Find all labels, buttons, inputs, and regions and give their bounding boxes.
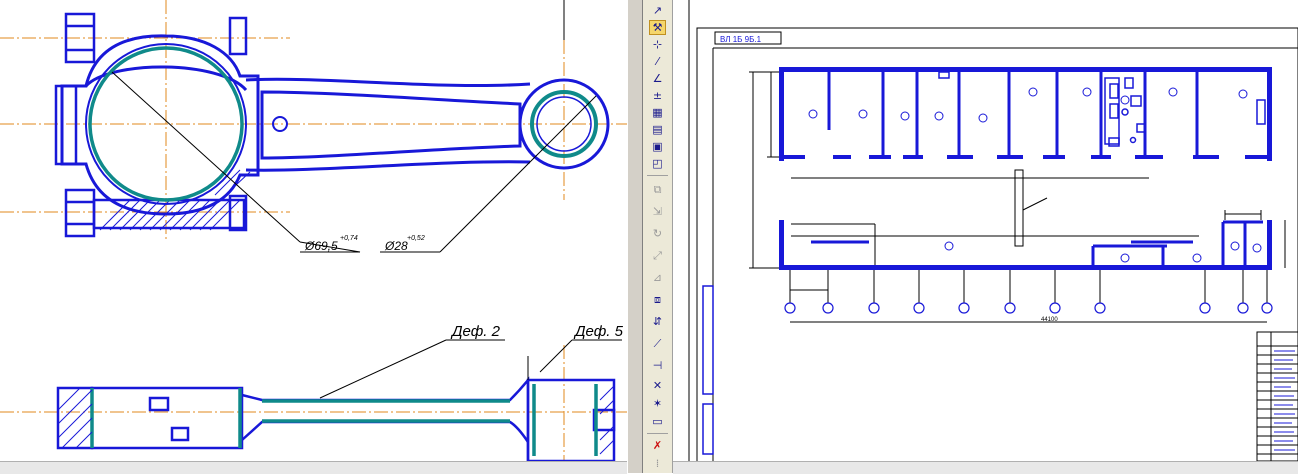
mirror-tool-icon[interactable]: ⊿ bbox=[649, 270, 666, 285]
middle-lines bbox=[791, 169, 1262, 268]
move-tool-icon[interactable]: ⇲ bbox=[649, 204, 666, 219]
pane-splitter[interactable] bbox=[627, 0, 643, 473]
upper-partitions bbox=[827, 72, 1199, 155]
axis-lines bbox=[789, 270, 1268, 323]
right-drawing-canvas[interactable]: ВЛ 1Б 9Б.1 44100 bbox=[673, 0, 1298, 461]
toolbar-separator bbox=[647, 175, 668, 176]
margin-stamps bbox=[702, 285, 714, 455]
delete-tool-icon[interactable]: ✗ bbox=[649, 438, 666, 453]
upper-room-markers bbox=[808, 87, 1248, 123]
title-stamp: ВЛ 1Б 9Б.1 bbox=[720, 35, 762, 44]
point-tool-icon[interactable]: ⊹ bbox=[649, 37, 666, 52]
angle-tool-icon[interactable]: ∠ bbox=[649, 71, 666, 86]
plus-minus-tool-icon[interactable]: ± bbox=[649, 88, 666, 103]
break-tool-icon[interactable]: ✕ bbox=[649, 378, 666, 393]
save-tool-icon[interactable]: ▣ bbox=[649, 139, 666, 154]
dim-big-label: Ø69,5 bbox=[304, 239, 338, 253]
dim-small-tol: +0,52 bbox=[407, 235, 425, 242]
hammer-tool-icon[interactable]: ⚒ bbox=[649, 20, 666, 35]
floor-plan-drawing: ВЛ 1Б 9Б.1 44100 bbox=[688, 0, 1298, 461]
dim-big-tol: +0,74 bbox=[340, 235, 358, 242]
layers-tool-icon[interactable]: ◰ bbox=[649, 156, 666, 171]
label-def2: Деф. 2 bbox=[450, 323, 501, 340]
stretch-tool-icon[interactable]: ⇵ bbox=[649, 314, 666, 329]
group-tool-icon[interactable]: ▭ bbox=[649, 414, 666, 429]
extend-tool-icon[interactable]: ⊣ bbox=[649, 358, 666, 373]
rod-shank bbox=[245, 77, 531, 172]
toolbar-separator bbox=[647, 433, 668, 434]
leader-lines bbox=[319, 339, 622, 399]
vertical-toolbar: ↗ ⚒ ⊹ ⁄ ∠ ± ▦ ▤ ▣ ◰ ⧉ ⇲ ↻ ⤢ ⊿ ⧈ ⇵ ⟋ ⊣ ✕ … bbox=[643, 0, 673, 473]
table-tool-icon[interactable]: ▦ bbox=[649, 105, 666, 120]
dim-small-label: Ø28 bbox=[384, 239, 408, 253]
lower-building-walls bbox=[779, 220, 1272, 270]
total-dimension: 44100 bbox=[1041, 317, 1058, 323]
copy-tool-icon[interactable]: ⧉ bbox=[649, 182, 666, 197]
axis-bubbles bbox=[784, 302, 1273, 314]
trim-tool-icon[interactable]: ⟋ bbox=[649, 336, 666, 351]
explode-tool-icon[interactable]: ✶ bbox=[649, 396, 666, 411]
label-def5: Деф. 5 bbox=[573, 323, 624, 340]
arrow-tool-icon[interactable]: ↗ bbox=[649, 3, 666, 18]
right-horizontal-scrollbar[interactable] bbox=[673, 461, 1298, 474]
connecting-rod-drawing: Ø69,5 +0,74 Ø28 +0,52 Деф. 2 Деф. 5 bbox=[0, 0, 627, 461]
line-tool-icon[interactable]: ⁄ bbox=[649, 54, 666, 69]
rotate-tool-icon[interactable]: ↻ bbox=[649, 226, 666, 241]
side-view-cyan bbox=[90, 384, 598, 456]
lower-partitions bbox=[811, 220, 1263, 266]
left-drawing-canvas[interactable]: Ø69,5 +0,74 Ø28 +0,52 Деф. 2 Деф. 5 bbox=[0, 0, 627, 461]
scale-tool-icon[interactable]: ⤢ bbox=[649, 248, 666, 263]
sheet-frame bbox=[696, 27, 1298, 461]
left-horizontal-scrollbar[interactable] bbox=[0, 461, 627, 474]
properties-tool-icon[interactable]: ⁞ bbox=[649, 456, 666, 471]
document-tool-icon[interactable]: ▤ bbox=[649, 122, 666, 137]
array-tool-icon[interactable]: ⧈ bbox=[649, 292, 666, 307]
